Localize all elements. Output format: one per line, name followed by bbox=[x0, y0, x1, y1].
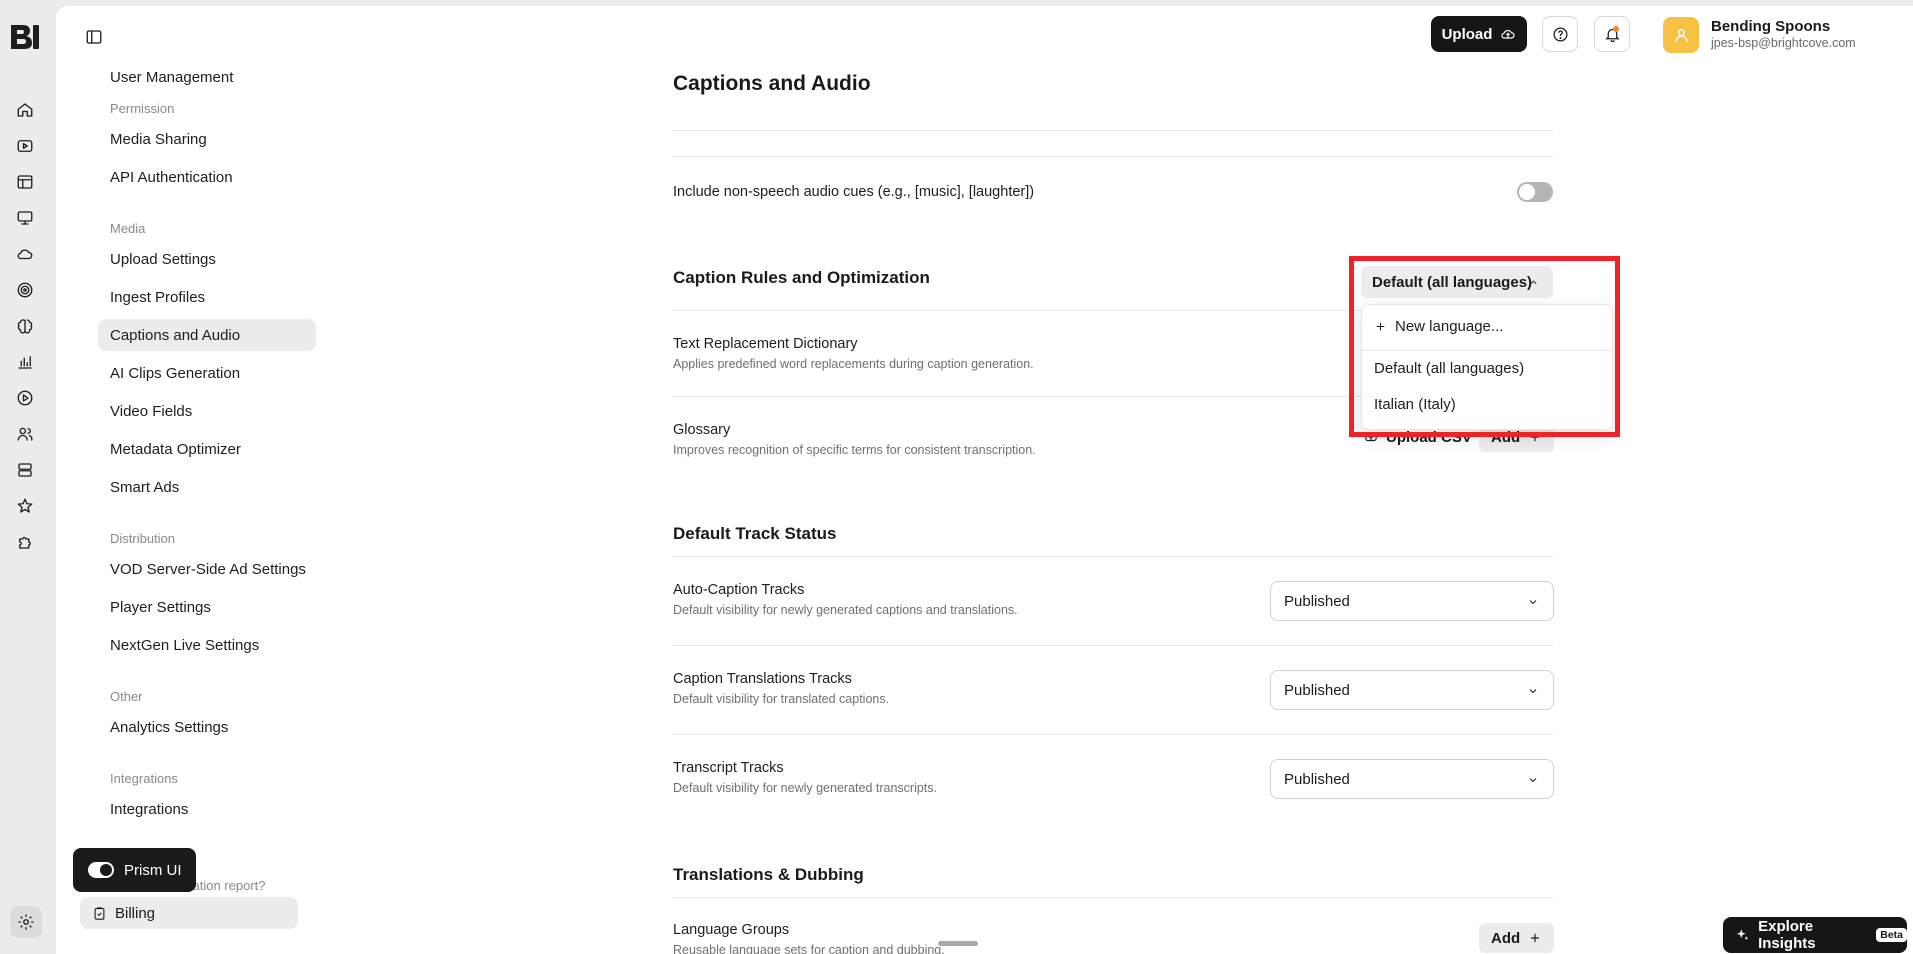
nav-item-vod-ssai[interactable]: VOD Server-Side Ad Settings bbox=[98, 553, 316, 585]
prism-ui-label: Prism UI bbox=[124, 861, 182, 879]
caption-translations-status-value: Published bbox=[1284, 681, 1350, 699]
transcript-status-select[interactable]: Published bbox=[1270, 759, 1554, 799]
page-title: Captions and Audio bbox=[673, 72, 871, 95]
auto-caption-tracks-title: Auto-Caption Tracks bbox=[673, 582, 805, 598]
optimization-report-text: zation report? bbox=[186, 878, 266, 893]
beta-badge: Beta bbox=[1876, 928, 1907, 942]
clipboard-icon bbox=[94, 906, 105, 920]
nav-group-permission: Permission bbox=[110, 101, 175, 116]
caption-translations-status-select[interactable]: Published bbox=[1270, 670, 1554, 710]
explore-insights-button[interactable]: Explore Insights Beta bbox=[1723, 917, 1907, 953]
prism-ui-toggle[interactable]: Prism UI bbox=[73, 848, 196, 892]
add-label: Add bbox=[1491, 929, 1521, 947]
scroll-handle[interactable] bbox=[938, 941, 978, 946]
divider bbox=[673, 897, 1553, 898]
star-icon[interactable] bbox=[15, 496, 35, 516]
upload-button[interactable]: Upload bbox=[1431, 16, 1527, 52]
divider bbox=[673, 156, 1553, 157]
transcript-tracks-desc: Default visibility for newly generated t… bbox=[673, 781, 938, 795]
highlight-annotation bbox=[1349, 256, 1620, 437]
toggle-icon bbox=[88, 862, 114, 878]
glossary-title: Glossary bbox=[673, 422, 731, 438]
text-replacement-title: Text Replacement Dictionary bbox=[673, 336, 858, 352]
nav-item-player-settings[interactable]: Player Settings bbox=[98, 591, 316, 623]
account-email: jpes-bsp@brightcove.com bbox=[1711, 36, 1856, 51]
caption-translations-desc: Default visibility for translated captio… bbox=[673, 692, 890, 706]
divider bbox=[673, 734, 1553, 735]
gear-icon[interactable] bbox=[10, 906, 42, 938]
nav-group-other: Other bbox=[110, 689, 143, 704]
notification-dot bbox=[1613, 26, 1619, 32]
nav-item-video-fields[interactable]: Video Fields bbox=[98, 395, 316, 427]
upload-button-label: Upload bbox=[1441, 25, 1493, 43]
nav-item-analytics-settings[interactable]: Analytics Settings bbox=[98, 711, 316, 743]
auto-caption-tracks-desc: Default visibility for newly generated c… bbox=[673, 603, 1018, 617]
help-icon bbox=[1552, 26, 1568, 42]
nonspeech-toggle[interactable] bbox=[1517, 182, 1553, 202]
nav-item-metadata-optimizer[interactable]: Metadata Optimizer bbox=[98, 433, 316, 465]
icon-rail bbox=[0, 0, 56, 954]
glossary-desc: Improves recognition of specific terms f… bbox=[673, 443, 1036, 457]
sidebar-toggle-icon[interactable] bbox=[82, 25, 106, 49]
transcript-tracks-title: Transcript Tracks bbox=[673, 760, 784, 776]
auto-caption-status-value: Published bbox=[1284, 592, 1350, 610]
nav-item-nextgen-live[interactable]: NextGen Live Settings bbox=[98, 629, 316, 661]
main-panel: Upload Bending Spoons jpes-bsp@brightcov… bbox=[56, 6, 1913, 954]
brightcove-logo-icon[interactable] bbox=[9, 21, 41, 53]
nav-item-captions-and-audio[interactable]: Captions and Audio bbox=[98, 319, 316, 351]
cloud-upload-icon bbox=[1501, 29, 1515, 39]
nav-item-ai-clips-generation[interactable]: AI Clips Generation bbox=[98, 357, 316, 389]
language-groups-title: Language Groups bbox=[673, 922, 790, 938]
translations-dubbing-title: Translations & Dubbing bbox=[673, 865, 864, 884]
notifications-button[interactable] bbox=[1594, 16, 1630, 52]
monitor-icon[interactable] bbox=[15, 208, 35, 228]
transcript-status-value: Published bbox=[1284, 770, 1350, 788]
auto-caption-status-select[interactable]: Published bbox=[1270, 581, 1554, 621]
caption-translations-title: Caption Translations Tracks bbox=[673, 671, 852, 687]
language-groups-add-button[interactable]: Add bbox=[1479, 923, 1555, 953]
help-button[interactable] bbox=[1542, 16, 1578, 52]
chevron-down-icon bbox=[1529, 778, 1537, 783]
nav-item-ingest-profiles[interactable]: Ingest Profiles bbox=[98, 281, 316, 313]
explore-insights-label: Explore Insights bbox=[1758, 918, 1816, 952]
nav-group-media: Media bbox=[110, 221, 146, 236]
sparkle-icon bbox=[1736, 929, 1749, 941]
users-icon[interactable] bbox=[15, 424, 35, 444]
nav-item-integrations[interactable]: Integrations bbox=[98, 793, 316, 825]
nav-group-integrations: Integrations bbox=[110, 771, 178, 786]
divider bbox=[673, 645, 1553, 646]
nav-item-api-authentication[interactable]: API Authentication bbox=[98, 161, 316, 193]
caption-rules-title: Caption Rules and Optimization bbox=[673, 268, 930, 287]
nav-item-media-sharing[interactable]: Media Sharing bbox=[98, 123, 316, 155]
play-circle-icon[interactable] bbox=[15, 388, 35, 408]
billing-label: Billing bbox=[115, 904, 156, 922]
default-track-status-title: Default Track Status bbox=[673, 524, 837, 543]
account-menu[interactable]: Bending Spoons jpes-bsp@brightcove.com bbox=[1663, 16, 1856, 54]
server-icon[interactable] bbox=[15, 460, 35, 480]
plus-icon bbox=[1531, 933, 1540, 943]
account-name: Bending Spoons bbox=[1711, 17, 1831, 35]
puzzle-icon[interactable] bbox=[15, 532, 35, 552]
text-replacement-desc: Applies predefined word replacements dur… bbox=[673, 357, 1034, 371]
language-groups-desc: Reusable language sets for caption and d… bbox=[673, 943, 945, 954]
video-icon[interactable] bbox=[15, 136, 35, 156]
nav-item-upload-settings[interactable]: Upload Settings bbox=[98, 243, 316, 275]
nav-group-distribution: Distribution bbox=[110, 531, 176, 546]
layout-icon[interactable] bbox=[15, 172, 35, 192]
chevron-down-icon bbox=[1529, 689, 1537, 694]
brain-icon[interactable] bbox=[15, 316, 35, 336]
home-icon[interactable] bbox=[15, 100, 35, 120]
divider bbox=[673, 130, 1553, 131]
nonspeech-label: Include non-speech audio cues (e.g., [mu… bbox=[673, 184, 1035, 200]
nav-item-user-management[interactable]: User Management bbox=[98, 72, 316, 86]
target-icon[interactable] bbox=[15, 280, 35, 300]
cloud-icon[interactable] bbox=[15, 244, 35, 264]
user-icon bbox=[1674, 28, 1688, 42]
chart-icon[interactable] bbox=[15, 352, 35, 372]
chevron-down-icon bbox=[1529, 600, 1537, 605]
avatar bbox=[1663, 17, 1699, 53]
nav-item-billing[interactable]: Billing bbox=[80, 897, 298, 929]
nav-item-smart-ads[interactable]: Smart Ads bbox=[98, 471, 316, 503]
divider bbox=[673, 556, 1553, 557]
